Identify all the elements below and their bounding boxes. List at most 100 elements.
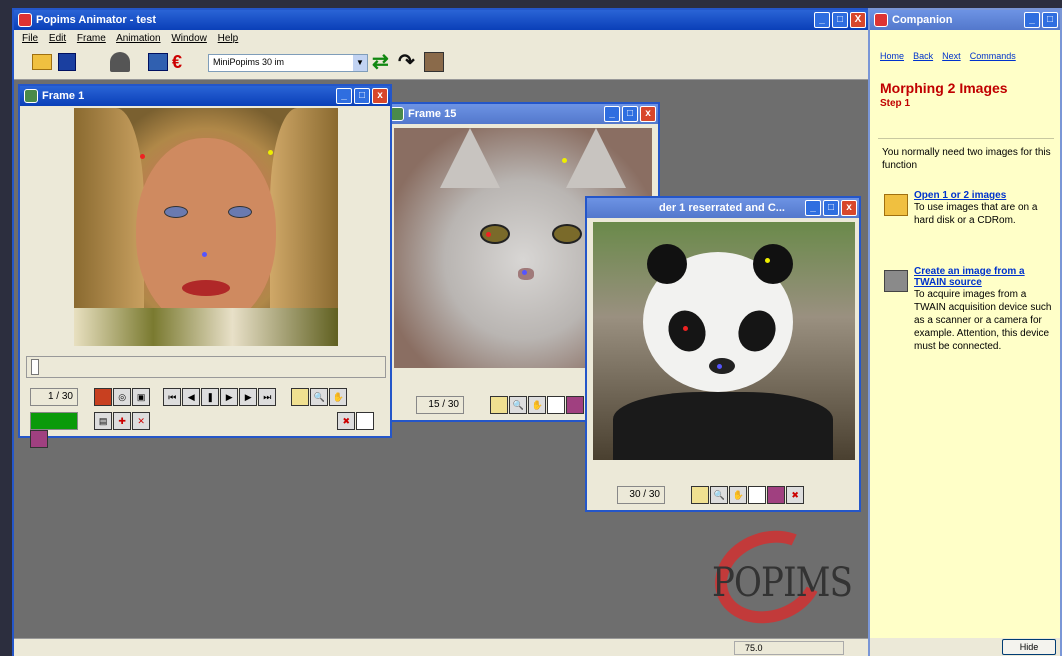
- save-icon[interactable]: [58, 53, 76, 71]
- properties-icon[interactable]: ▤: [94, 412, 113, 430]
- maximize-button[interactable]: □: [832, 12, 848, 28]
- companion-titlebar[interactable]: Companion _ □: [870, 10, 1060, 30]
- option-twain-link[interactable]: Create an image from a TWAIN source: [914, 266, 1058, 288]
- slider-thumb[interactable]: [31, 359, 39, 375]
- minimize-button[interactable]: _: [814, 12, 830, 28]
- delete-points-icon[interactable]: ✖: [786, 486, 805, 504]
- option-twain[interactable]: Create an image from a TWAIN source To a…: [882, 266, 1058, 353]
- option-open[interactable]: Open 1 or 2 images To use images that ar…: [882, 190, 1058, 227]
- frame30-titlebar[interactable]: der 1 reserrated and C... _ □ x: [587, 198, 859, 218]
- movie-icon[interactable]: ▣: [132, 388, 151, 406]
- morph-point-yellow[interactable]: [562, 158, 567, 163]
- morph-settings-icon[interactable]: ✚: [113, 412, 132, 430]
- cat-eye-right: [552, 224, 582, 244]
- companion-footer: Hide: [870, 638, 1060, 656]
- option-open-link[interactable]: Open 1 or 2 images: [914, 190, 1058, 201]
- clear-icon[interactable]: ✕: [132, 412, 151, 430]
- marquee-icon[interactable]: [356, 412, 375, 430]
- morph-point-yellow[interactable]: [268, 150, 273, 155]
- pause-icon[interactable]: ❚: [201, 388, 220, 406]
- minimize-button[interactable]: _: [604, 106, 620, 122]
- morph-point-blue[interactable]: [717, 364, 722, 369]
- minimize-button[interactable]: _: [1024, 12, 1040, 28]
- redo-arrow-icon[interactable]: ↷: [398, 52, 418, 72]
- open-folder-icon[interactable]: [32, 54, 52, 70]
- select-tool-icon[interactable]: [691, 486, 710, 504]
- maximize-button[interactable]: □: [1042, 12, 1058, 28]
- zoom-icon[interactable]: 🔍: [310, 388, 329, 406]
- portrait-icon[interactable]: [566, 396, 585, 414]
- marquee-icon[interactable]: [547, 396, 566, 414]
- menu-window[interactable]: Window: [171, 33, 207, 44]
- eye-right: [228, 206, 252, 218]
- swap-arrows-icon[interactable]: ⇄: [372, 52, 394, 72]
- frame1-window[interactable]: Frame 1 _ □ x 1 / 30 ◎ ▣ ⏮ ◀ ❚ ▶ ▶ ⏭ 🔍 ✋ 30 / 3…: [18, 84, 392, 448]
- chevron-down-icon[interactable]: ▼: [353, 55, 367, 71]
- hand-icon[interactable]: ✋: [729, 486, 748, 504]
- delete-points-icon[interactable]: ✖: [337, 412, 356, 430]
- prev-frame-icon[interactable]: ◀: [182, 388, 201, 406]
- maximize-button[interactable]: □: [823, 200, 839, 216]
- morph-point-yellow[interactable]: [765, 258, 770, 263]
- morph-point-blue[interactable]: [522, 270, 527, 275]
- minimize-button[interactable]: _: [336, 88, 352, 104]
- camera-icon[interactable]: ◎: [113, 388, 132, 406]
- minimize-button[interactable]: _: [805, 200, 821, 216]
- close-button[interactable]: x: [640, 106, 656, 122]
- menu-edit[interactable]: Edit: [49, 33, 66, 44]
- morph-icon[interactable]: [148, 53, 168, 71]
- close-button[interactable]: X: [850, 12, 866, 28]
- frame-counter: 15 / 30: [416, 396, 464, 414]
- zoom-icon[interactable]: 🔍: [710, 486, 729, 504]
- zoom-icon[interactable]: 🔍: [509, 396, 528, 414]
- select-tool-icon[interactable]: [291, 388, 310, 406]
- morph-point-red[interactable]: [486, 232, 491, 237]
- frame-counter: 30 / 30: [617, 486, 665, 504]
- menu-help[interactable]: Help: [218, 33, 239, 44]
- next-frame-icon[interactable]: ▶: [239, 388, 258, 406]
- morph-point-red[interactable]: [683, 326, 688, 331]
- record-icon[interactable]: [94, 388, 113, 406]
- close-button[interactable]: x: [841, 200, 857, 216]
- morph-point-blue[interactable]: [202, 252, 207, 257]
- timeline-slider[interactable]: [26, 356, 386, 378]
- panda-body: [613, 392, 833, 460]
- last-frame-icon[interactable]: ⏭: [258, 388, 277, 406]
- frame1-titlebar[interactable]: Frame 1 _ □ x: [20, 86, 390, 106]
- play-icon[interactable]: ▶: [220, 388, 239, 406]
- euro-icon[interactable]: €: [172, 52, 188, 72]
- hand-icon[interactable]: ✋: [329, 388, 348, 406]
- hide-button[interactable]: Hide: [1002, 639, 1056, 655]
- morph-point-red[interactable]: [140, 154, 145, 159]
- maximize-button[interactable]: □: [622, 106, 638, 122]
- cat-ear-right: [566, 128, 626, 188]
- maximize-button[interactable]: □: [354, 88, 370, 104]
- status-bar: 75.0: [14, 638, 868, 656]
- link-next[interactable]: Next: [942, 51, 961, 61]
- hand-icon[interactable]: ✋: [528, 396, 547, 414]
- frame30-window[interactable]: der 1 reserrated and C... _ □ x 30 / 30 …: [585, 196, 861, 512]
- portrait-icon[interactable]: [30, 430, 48, 448]
- frame15-titlebar[interactable]: Frame 15 _ □ x: [386, 104, 658, 124]
- open-folder-icon[interactable]: [884, 194, 908, 216]
- link-commands[interactable]: Commands: [970, 51, 1016, 61]
- panda-ear-right: [753, 244, 793, 284]
- portrait-icon[interactable]: [767, 486, 786, 504]
- face-portrait-icon[interactable]: [424, 52, 444, 72]
- menu-animation[interactable]: Animation: [116, 33, 160, 44]
- frame30-controls: 30 / 30 🔍 ✋ ✖: [617, 486, 857, 508]
- link-home[interactable]: Home: [880, 51, 904, 61]
- select-tool-icon[interactable]: [490, 396, 509, 414]
- link-back[interactable]: Back: [913, 51, 933, 61]
- menu-frame[interactable]: Frame: [77, 33, 106, 44]
- close-button[interactable]: x: [372, 88, 388, 104]
- menu-file[interactable]: File: [22, 33, 38, 44]
- preset-select[interactable]: MiniPopims 30 im ▼: [208, 54, 368, 72]
- scanner-icon[interactable]: [884, 270, 908, 292]
- option-twain-desc: To acquire images from a TWAIN acquisiti…: [914, 289, 1052, 352]
- marquee-icon[interactable]: [748, 486, 767, 504]
- person-icon[interactable]: [110, 52, 130, 72]
- frame1-title: Frame 1: [42, 90, 85, 102]
- companion-heading: Morphing 2 Images: [880, 80, 1008, 96]
- first-frame-icon[interactable]: ⏮: [163, 388, 182, 406]
